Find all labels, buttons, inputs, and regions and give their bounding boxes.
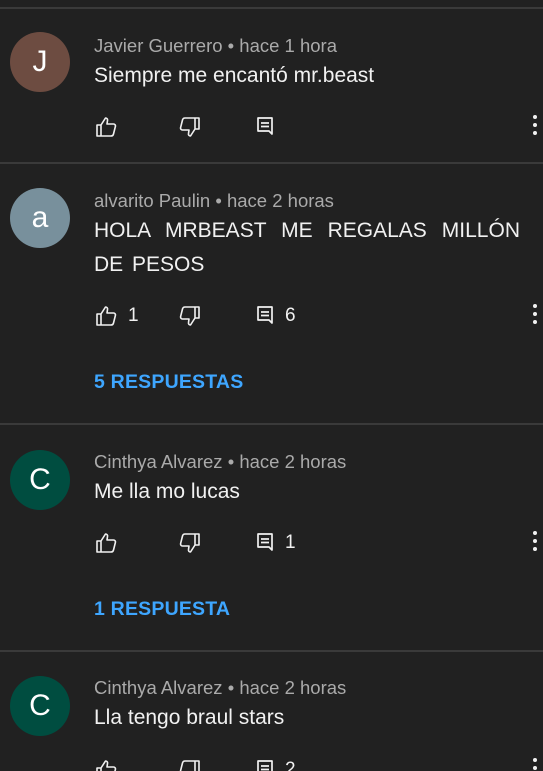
dislike-button[interactable] xyxy=(178,303,202,329)
comment-text: Lla tengo braul stars xyxy=(94,706,285,729)
more-vertical-icon xyxy=(532,114,538,141)
comment-author[interactable]: alvarito Paulin xyxy=(94,190,210,211)
more-options-button[interactable] xyxy=(527,114,543,140)
meta-separator: • xyxy=(215,190,222,211)
like-button[interactable] xyxy=(94,757,128,771)
comment-divider xyxy=(0,162,543,164)
reply-button[interactable]: 6 xyxy=(255,303,296,329)
avatar-letter: C xyxy=(29,689,51,722)
thumb-down-icon xyxy=(178,304,202,328)
comment-reply-icon xyxy=(255,115,275,139)
comment-author[interactable]: Cinthya Alvarez xyxy=(94,451,223,472)
like-button[interactable]: 1 xyxy=(94,303,139,329)
comment-meta: Cinthya Alvarez • hace 2 horas xyxy=(94,451,346,473)
meta-separator: • xyxy=(227,451,235,472)
more-options-button[interactable] xyxy=(527,530,543,556)
comment-text: HOLA MRBEAST ME REGALAS MILLÓN DE PESOS xyxy=(94,219,520,276)
dislike-button[interactable] xyxy=(178,114,202,140)
dislike-button[interactable] xyxy=(178,757,202,771)
comment-actions: 1 xyxy=(94,530,543,556)
comment-time: hace 2 horas xyxy=(239,677,347,698)
comment-reply-icon xyxy=(255,758,275,771)
avatar[interactable]: C xyxy=(10,450,70,510)
avatar-letter: J xyxy=(32,45,48,78)
comment-divider xyxy=(0,650,543,652)
more-vertical-icon xyxy=(532,757,538,771)
thumb-up-icon xyxy=(94,115,118,139)
reply-count: 2 xyxy=(285,759,296,771)
comment-divider xyxy=(0,423,543,425)
thumb-down-icon xyxy=(178,531,202,555)
more-vertical-icon xyxy=(532,303,538,330)
more-options-button[interactable] xyxy=(527,303,543,329)
avatar-letter: a xyxy=(31,201,49,234)
comment-reply-icon xyxy=(255,531,275,555)
dislike-button[interactable] xyxy=(178,530,202,556)
more-options-button[interactable] xyxy=(527,757,543,771)
top-divider xyxy=(0,7,543,9)
comment-text: Me lla mo lucas xyxy=(94,480,240,503)
like-count: 1 xyxy=(128,305,139,326)
comment-actions xyxy=(94,114,543,140)
like-button[interactable] xyxy=(94,530,128,556)
view-replies-link[interactable]: 1 RESPUESTA xyxy=(94,598,230,621)
comment-meta: Cinthya Alvarez • hace 2 horas xyxy=(94,677,346,699)
thumb-up-icon xyxy=(94,304,118,328)
comment-time: hace 2 horas xyxy=(239,451,347,472)
avatar[interactable]: a xyxy=(10,188,70,248)
comment-reply-icon xyxy=(255,304,275,328)
more-vertical-icon xyxy=(532,530,538,557)
reply-button[interactable]: 2 xyxy=(255,757,296,771)
avatar[interactable]: J xyxy=(10,32,70,92)
comment-meta: Javier Guerrero • hace 1 hora xyxy=(94,35,337,57)
thumb-down-icon xyxy=(178,115,202,139)
comment-time: hace 2 horas xyxy=(226,190,334,211)
comment-actions: 1 6 xyxy=(94,303,543,329)
reply-button[interactable]: 1 xyxy=(255,530,296,556)
reply-count: 6 xyxy=(285,305,296,326)
comment-actions: 2 xyxy=(94,757,543,771)
reply-count: 1 xyxy=(285,532,296,553)
thumb-up-icon xyxy=(94,531,118,555)
meta-separator: • xyxy=(227,677,235,698)
thumb-up-icon xyxy=(94,758,118,771)
comment-meta: alvarito Paulin • hace 2 horas xyxy=(94,190,334,212)
view-replies-link[interactable]: 5 RESPUESTAS xyxy=(94,371,243,394)
avatar[interactable]: C xyxy=(10,676,70,736)
thumb-down-icon xyxy=(178,758,202,771)
avatar-letter: C xyxy=(29,463,51,496)
reply-button[interactable] xyxy=(255,114,285,140)
comment-text: Siempre me encantó mr.beast xyxy=(94,64,375,87)
like-button[interactable] xyxy=(94,114,128,140)
meta-separator: • xyxy=(227,35,235,56)
comment-author[interactable]: Cinthya Alvarez xyxy=(94,677,223,698)
comment-author[interactable]: Javier Guerrero xyxy=(94,35,223,56)
comment-time: hace 1 hora xyxy=(239,35,337,56)
